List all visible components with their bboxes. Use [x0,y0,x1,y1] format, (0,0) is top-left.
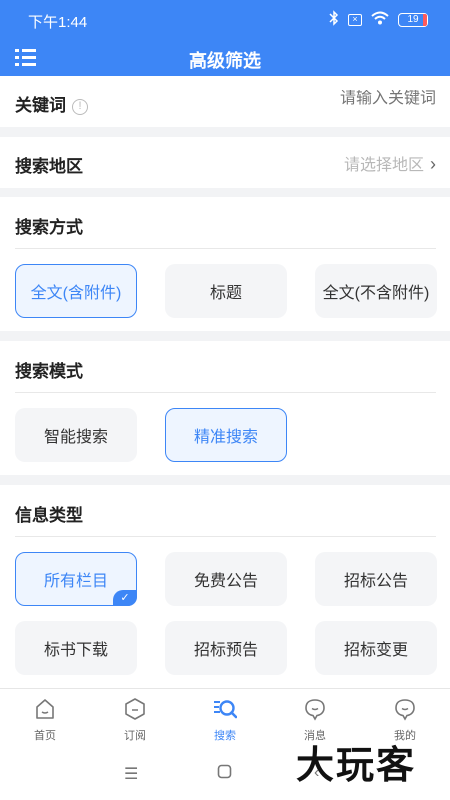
keyword-label-wrap: 关键词! [15,91,88,116]
home-square-icon[interactable] [217,764,232,784]
region-row[interactable]: 搜索地区 请选择地区 › [0,137,450,188]
home-icon [36,699,54,719]
search-mode-option[interactable]: 智能搜索 [15,408,137,462]
status-time: 下午1:44 [28,14,88,31]
message-icon [305,699,325,721]
search-method-option[interactable]: 全文(含附件) [15,264,137,318]
region-select[interactable]: 请选择地区 › [344,151,436,175]
search-mode-option[interactable]: 精准搜索 [165,408,287,462]
divider [15,248,436,249]
menu-icon[interactable]: ☰ [124,764,138,784]
option-label: 招标公告 [343,573,408,590]
option-label: 免费公告 [193,573,258,590]
tab-search[interactable]: 搜索 [180,689,270,747]
search-method-option[interactable]: 全文(不含附件) [315,264,437,318]
region-placeholder: 请选择地区 [343,157,424,174]
battery-icon: 19 [398,12,428,27]
info-type-option[interactable]: 招标变更 [315,621,437,675]
keyword-label: 关键词 [15,96,66,115]
status-bar: 下午1:44 × 19 [0,0,450,40]
info-type-option[interactable]: 所有栏目 ✓ [15,552,137,606]
keyword-input[interactable] [236,90,436,108]
tab-label: 搜索 [214,730,236,742]
info-icon[interactable]: ! [72,99,88,115]
search-method-title: 搜索方式 [15,218,83,237]
option-label: 精准搜索 [193,429,258,446]
status-icons: × 19 [329,10,428,29]
search-method-section: 搜索方式 全文(含附件) 标题 全文(不含附件) [0,197,450,331]
info-type-title: 信息类型 [15,506,83,525]
wifi-icon [371,11,389,28]
option-label: 标书下载 [43,642,108,659]
check-icon: ✓ [113,590,137,606]
bluetooth-icon [329,10,339,29]
tab-subscribe[interactable]: 订阅 [90,689,180,747]
info-type-section: 信息类型 所有栏目 ✓ 免费公告 招标公告 标书下载 招标预告 招标变更 [0,485,450,688]
keyword-row[interactable]: 关键词! [0,76,450,127]
option-label: 招标预告 [193,642,258,659]
info-type-option[interactable]: 招标公告 [315,552,437,606]
watermark: 大玩客 [296,745,417,787]
header: 高级筛选 [0,40,450,76]
search-mode-section: 搜索模式 智能搜索 精准搜索 [0,341,450,475]
page-title: 高级筛选 [189,51,261,71]
option-label: 招标变更 [343,642,408,659]
divider [15,536,436,537]
search-mode-title: 搜索模式 [15,362,83,381]
option-label: 智能搜索 [43,429,108,446]
info-type-option[interactable]: 招标预告 [165,621,287,675]
info-type-option[interactable]: 免费公告 [165,552,287,606]
subscribe-icon [125,698,145,720]
region-label: 搜索地区 [15,157,83,176]
tab-home[interactable]: 首页 [0,689,90,747]
battery-level: 19 [407,13,419,25]
option-label: 全文(含附件) [30,285,122,302]
option-label: 所有栏目 [43,573,108,590]
search-icon [214,700,237,719]
option-label: 全文(不含附件) [322,285,430,302]
option-label: 标题 [209,285,242,302]
profile-icon [395,699,415,721]
search-method-option[interactable]: 标题 [165,264,287,318]
no-sim-icon: × [348,13,362,26]
chevron-right-icon: › [430,154,436,174]
tab-label: 首页 [34,730,56,742]
info-type-option[interactable]: 标书下载 [15,621,137,675]
tab-label: 订阅 [124,730,146,742]
divider [15,392,436,393]
